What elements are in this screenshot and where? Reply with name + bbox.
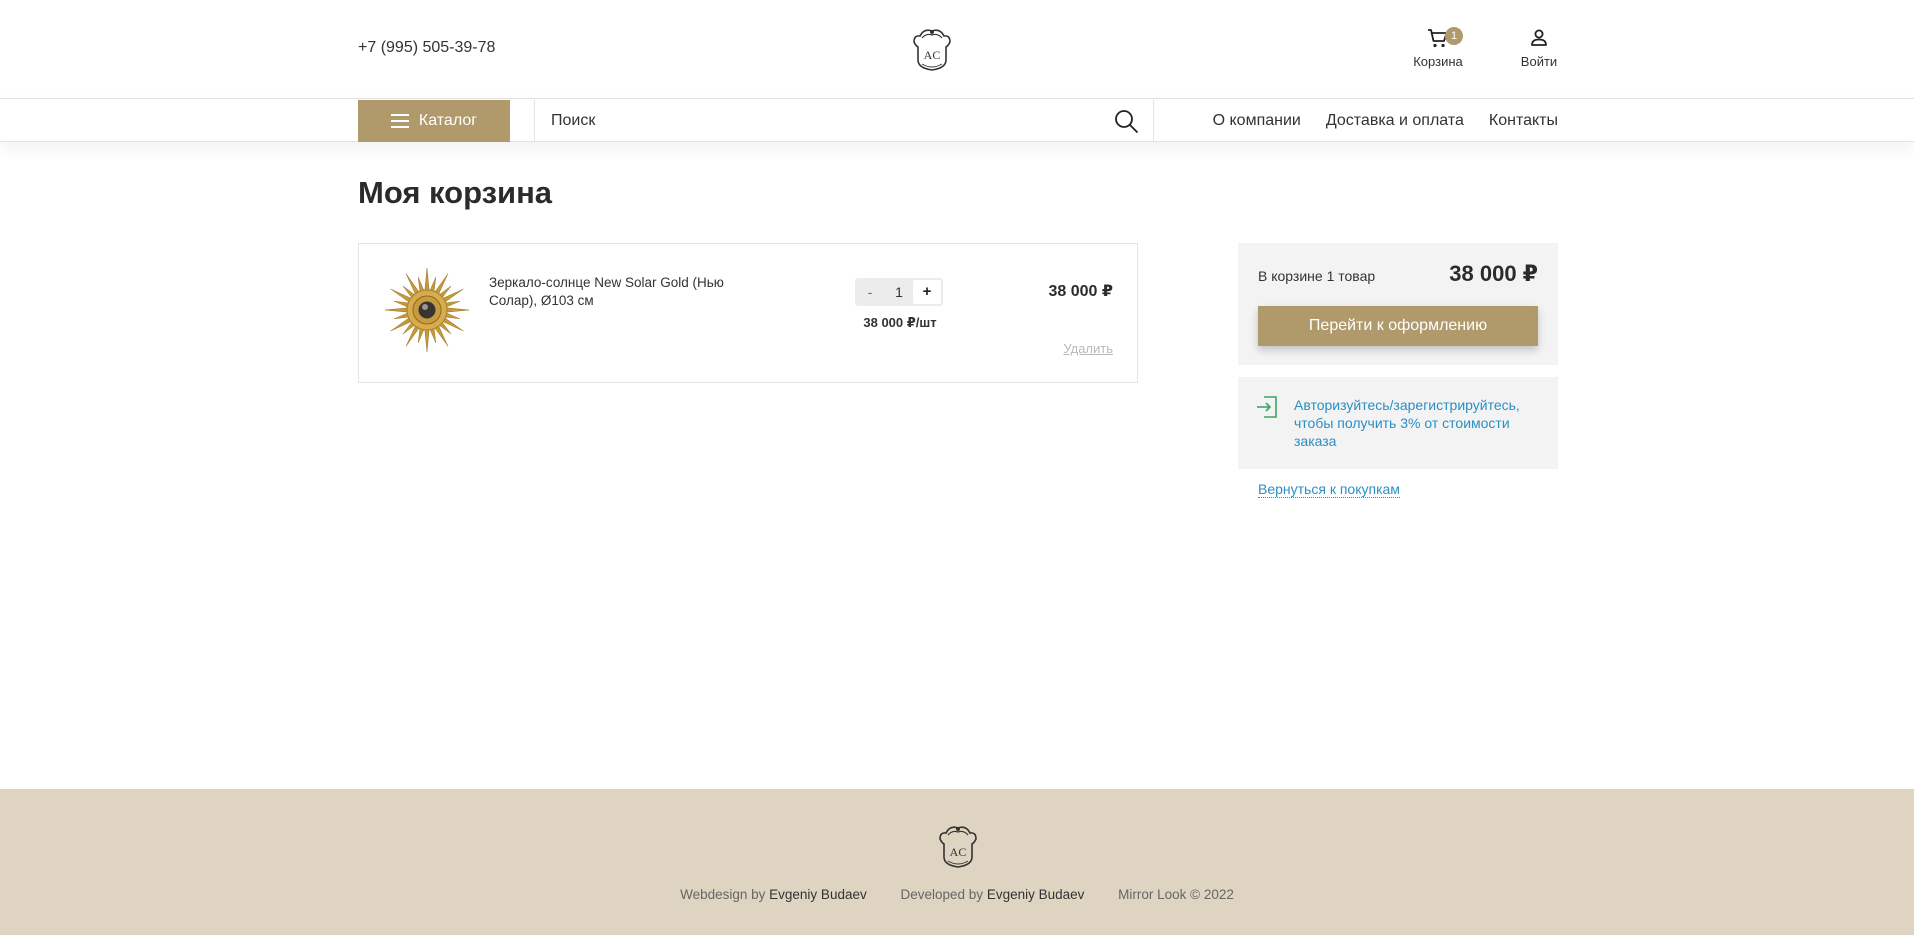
catalog-label: Каталог [418, 112, 478, 129]
cart-item: Зеркало-солнце New Solar Gold (Нью Солар… [358, 243, 1138, 383]
mirror-ray [444, 307, 470, 313]
summary-total: 38 000 ₽ [1449, 261, 1538, 286]
phone-number[interactable]: +7 (995) 505-39-78 [358, 39, 495, 57]
remove-item-link[interactable]: Удалить [1063, 341, 1113, 356]
items-count-text: В корзине 1 товар [1258, 268, 1376, 284]
svg-text:AC: AC [924, 48, 941, 62]
mirror-ray [424, 327, 430, 353]
increase-quantity-button[interactable]: + [913, 280, 941, 304]
site-header: +7 (995) 505-39-78 AC 1 Корзина Войти [0, 0, 1914, 99]
nav-link-contacts[interactable]: Контакты [1489, 112, 1558, 130]
decrease-quantity-button[interactable]: - [855, 284, 885, 300]
product-name[interactable]: Зеркало-солнце New Solar Gold (Нью Солар… [489, 274, 759, 310]
developed-prefix: Developed by [900, 887, 984, 902]
logo-crest-icon[interactable]: AC [936, 823, 980, 869]
auth-bonus-link[interactable]: Авторизуйтесь/зарегистрируйтесь, чтобы п… [1294, 396, 1544, 450]
unit-price: 38 000 ₽/шт [863, 315, 937, 330]
login-button[interactable]: Войти [1512, 26, 1566, 74]
item-total-price: 38 000 ₽ [1048, 283, 1113, 300]
cart-label: Корзина [1413, 54, 1463, 69]
mirror-ray [384, 307, 410, 313]
nav-bar: Каталог О компании Доставка и оплата Кон… [0, 100, 1914, 142]
mirror-ray [424, 267, 430, 293]
logo-crest-icon[interactable]: AC [910, 26, 954, 72]
footer-credits: Webdesign by Evgeniy Budaev Developed by… [0, 887, 1914, 902]
sun-mirror-product-image[interactable] [383, 266, 471, 354]
user-icon [1531, 29, 1547, 46]
webdesign-credit: Webdesign by Evgeniy Budaev [680, 887, 870, 902]
copyright-text: Mirror Look © 2022 [1118, 887, 1234, 902]
search-icon[interactable] [1113, 108, 1139, 134]
checkout-button[interactable]: Перейти к оформлению [1258, 306, 1538, 346]
webdesign-prefix: Webdesign by [680, 887, 766, 902]
page-title: Моя корзина [358, 175, 553, 210]
login-label: Войти [1520, 54, 1558, 69]
nav-link-delivery[interactable]: Доставка и оплата [1326, 112, 1464, 130]
login-icon [1257, 396, 1277, 418]
nav-link-about[interactable]: О компании [1213, 112, 1301, 130]
developer-author-link[interactable]: Evgeniy Budaev [987, 887, 1085, 902]
catalog-button[interactable]: Каталог [358, 100, 510, 142]
developed-credit: Developed by Evgeniy Budaev [901, 887, 1089, 902]
cart-button[interactable]: 1 Корзина [1408, 26, 1468, 74]
auth-bonus-notice: Авторизуйтесь/зарегистрируйтесь, чтобы п… [1238, 377, 1558, 469]
back-to-shopping-link[interactable]: Вернуться к покупкам [1258, 481, 1400, 498]
order-summary: В корзине 1 товар 38 000 ₽ Перейти к офо… [1238, 243, 1558, 365]
svg-text:AC: AC [950, 845, 967, 859]
site-footer: AC Webdesign by Evgeniy Budaev Developed… [0, 789, 1914, 935]
search-input[interactable] [551, 100, 1091, 142]
top-nav-links: О компании Доставка и оплата Контакты [1213, 100, 1558, 142]
webdesign-author-link[interactable]: Evgeniy Budaev [769, 887, 867, 902]
quantity-value[interactable]: 1 [885, 284, 913, 300]
search-box [534, 100, 1154, 142]
menu-icon [390, 114, 409, 128]
cart-count-badge: 1 [1445, 27, 1463, 45]
quantity-stepper: - 1 + [855, 278, 943, 306]
